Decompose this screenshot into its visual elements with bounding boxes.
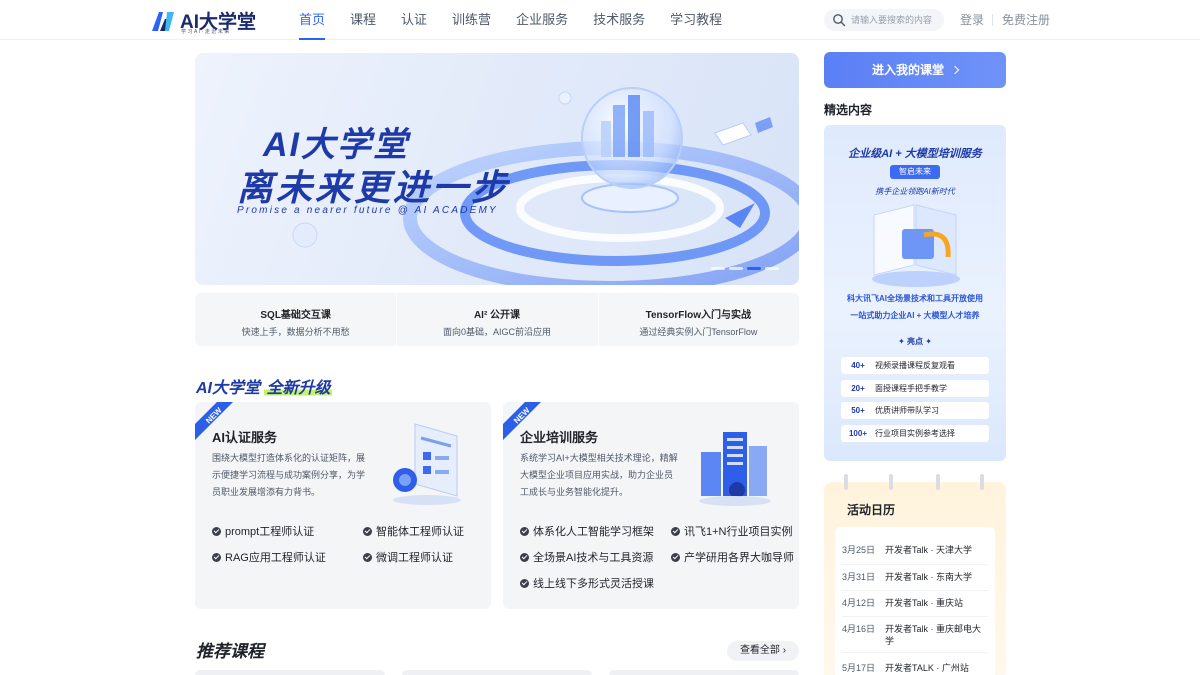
promo-illustration bbox=[872, 204, 960, 287]
promo-badge: 智启未来 bbox=[890, 165, 940, 179]
service-feature: prompt工程师认证 bbox=[212, 523, 314, 539]
banner-dot-1[interactable] bbox=[711, 267, 725, 270]
quick-course-sub: 面向0基础，AIGC前沿应用 bbox=[442, 327, 551, 337]
calendar-divider bbox=[842, 564, 988, 565]
course-card[interactable] bbox=[195, 670, 385, 675]
promo-title: 企业级AI + 大模型培训服务 bbox=[848, 148, 982, 160]
promo-line-2: 一站式助力企业AI + 大模型人才培养 bbox=[850, 311, 980, 320]
service-feature: RAG应用工程师认证 bbox=[212, 549, 326, 565]
promo-highlights-label: ✦ 亮点 ✦ bbox=[898, 337, 932, 346]
promo-line-1: 科大讯飞AI全场景技术和工具开放使用 bbox=[847, 294, 983, 303]
check-icon bbox=[212, 553, 221, 562]
logo-slogan: 学习AI·走近未来 bbox=[181, 29, 231, 35]
calendar-divider bbox=[842, 590, 988, 591]
quick-course-title: AI² 公开课 bbox=[473, 310, 521, 321]
course-card[interactable] bbox=[402, 670, 592, 675]
search-input[interactable] bbox=[851, 11, 941, 29]
view-all-button[interactable]: 查看全部 › bbox=[727, 641, 799, 661]
check-icon bbox=[520, 579, 529, 588]
nav-home[interactable]: 首页 bbox=[288, 0, 336, 40]
logo-mark-icon bbox=[152, 12, 174, 31]
calendar-ring bbox=[980, 474, 984, 490]
course-card[interactable] bbox=[609, 670, 799, 675]
check-icon bbox=[520, 527, 529, 536]
service-feature: 体系化人工智能学习框架 bbox=[520, 523, 654, 539]
quick-course-sub: 通过经典实例入门TensorFlow bbox=[639, 327, 758, 337]
promo-highlight-row: 100+ 行业项目实例参考选择 bbox=[841, 425, 989, 442]
search-icon[interactable] bbox=[832, 13, 846, 27]
banner-dot-3[interactable] bbox=[747, 267, 761, 270]
promo-highlight-row: 40+ 视频录播课程反复观看 bbox=[841, 357, 989, 374]
nav-enterprise[interactable]: 企业服务 bbox=[505, 0, 579, 40]
view-all-label: 查看全部 bbox=[739, 645, 780, 656]
promo-highlight-row: 20+ 面授课程手把手教学 bbox=[841, 380, 989, 397]
upgrade-heading: AI大学堂 全新升级 bbox=[196, 374, 333, 398]
upgrade-prefix: AI大学堂 bbox=[196, 380, 261, 397]
calendar-event-list: 3月25日 开发者Talk · 天津大学 3月31日 开发者Talk · 东南大学 … bbox=[835, 527, 995, 675]
quick-course-tensorflow[interactable]: TensorFlow入门与实战 通过经典实例入门TensorFlow bbox=[597, 293, 799, 346]
featured-promo-card[interactable]: 企业级AI + 大模型培训服务 智启未来 携手企业领跑AI新时代 科大讯飞AI全… bbox=[824, 125, 1006, 461]
quick-course-title: TensorFlow入门与实战 bbox=[645, 310, 751, 321]
buildings-illustration bbox=[699, 432, 771, 506]
service-description: 系统学习AI+大模型相关技术理论，精解大模型企业项目应用实战，助力企业员工成长与… bbox=[520, 453, 678, 497]
certificate-illustration bbox=[393, 423, 461, 505]
service-feature: 智能体工程师认证 bbox=[363, 523, 464, 539]
check-icon bbox=[212, 527, 221, 536]
service-feature: 全场景AI技术与工具资源 bbox=[520, 549, 653, 565]
site-logo[interactable]: AI大学堂 学习AI·走近未来 bbox=[150, 7, 260, 35]
service-feature: 线上线下多形式灵活授课 bbox=[520, 575, 654, 591]
register-link[interactable]: 免费注册 bbox=[1002, 0, 1050, 40]
banner-pagination bbox=[711, 267, 783, 270]
quick-course-ai2[interactable]: AI² 公开课 面向0基础，AIGC前沿应用 bbox=[396, 293, 597, 346]
check-icon bbox=[671, 527, 680, 536]
search-box[interactable] bbox=[824, 9, 944, 31]
service-description: 围绕大模型打造体系化的认证矩阵，展示便捷学习流程与成功案例分享，为学员职业发展增… bbox=[212, 453, 366, 497]
chevron-right-icon bbox=[950, 65, 960, 75]
enter-my-classroom-button[interactable]: 进入我的课堂 bbox=[824, 52, 1006, 88]
featured-content-label: 精选内容 bbox=[824, 103, 873, 117]
check-icon bbox=[520, 553, 529, 562]
promo-highlight-row: 50+ 优质讲师带队学习 bbox=[841, 402, 989, 419]
nav-certification[interactable]: 认证 bbox=[390, 0, 438, 40]
nav-courses[interactable]: 课程 bbox=[339, 0, 387, 40]
check-icon bbox=[363, 527, 372, 536]
service-card-enterprise-training[interactable]: NEW 企业培训服务 系统学习AI+大模型相关技术理论，精解大模型企业项目应用实… bbox=[503, 402, 799, 609]
service-title: AI认证服务 bbox=[212, 430, 278, 445]
calendar-divider bbox=[842, 652, 988, 653]
check-icon bbox=[671, 553, 680, 562]
calendar-ring bbox=[844, 474, 848, 490]
nav-tutorials[interactable]: 学习教程 bbox=[659, 0, 733, 40]
quick-course-strip: SQL基础交互课 快速上手，数据分析不用愁 AI² 公开课 面向0基础，AIGC… bbox=[195, 293, 799, 346]
main-nav: 首页 课程 认证 训练营 企业服务 技术服务 学习教程 bbox=[288, 0, 736, 40]
banner-dot-4[interactable] bbox=[765, 267, 779, 270]
nav-bootcamp[interactable]: 训练营 bbox=[441, 0, 502, 40]
recommended-courses-title: 推荐课程 bbox=[196, 642, 264, 661]
service-feature: 微调工程师认证 bbox=[363, 549, 453, 565]
enter-button-label: 进入我的课堂 bbox=[871, 63, 944, 77]
quick-course-title: SQL基础交互课 bbox=[260, 310, 331, 321]
service-feature: 产学研用各界大咖导师 bbox=[671, 549, 794, 565]
upgrade-highlight: 全新升级 bbox=[264, 380, 333, 397]
banner-headline: 离未来更进一步 bbox=[237, 167, 511, 208]
calendar-ring bbox=[936, 474, 940, 490]
service-title: 企业培训服务 bbox=[520, 430, 599, 445]
hero-banner[interactable]: AI大学堂 离未来更进一步 Promise a nearer future @ … bbox=[195, 53, 799, 285]
quick-course-sql[interactable]: SQL基础交互课 快速上手，数据分析不用愁 bbox=[195, 293, 396, 346]
calendar-title: 活动日历 bbox=[847, 503, 896, 517]
nav-tech-services[interactable]: 技术服务 bbox=[582, 0, 656, 40]
calendar-ring bbox=[889, 474, 893, 490]
check-icon bbox=[363, 553, 372, 562]
banner-english-slogan: Promise a nearer future @ AI ACADEMY bbox=[237, 205, 498, 216]
service-card-certification[interactable]: NEW AI认证服务 围绕大模型打造体系化的认证矩阵，展示便捷学习流程与成功案例… bbox=[195, 402, 491, 609]
header-divider bbox=[992, 14, 993, 26]
top-header: AI大学堂 学习AI·走近未来 首页 课程 认证 训练营 企业服务 技术服务 学… bbox=[0, 0, 1200, 40]
login-link[interactable]: 登录 bbox=[960, 0, 984, 40]
banner-dot-2[interactable] bbox=[729, 267, 743, 270]
calendar-divider bbox=[842, 616, 988, 617]
activity-calendar: 活动日历 3月25日 开发者Talk · 天津大学 3月31日 开发者Talk · … bbox=[824, 474, 1006, 675]
quick-course-sub: 快速上手，数据分析不用愁 bbox=[241, 327, 350, 337]
service-feature: 讯飞1+N行业项目实例 bbox=[671, 523, 793, 539]
